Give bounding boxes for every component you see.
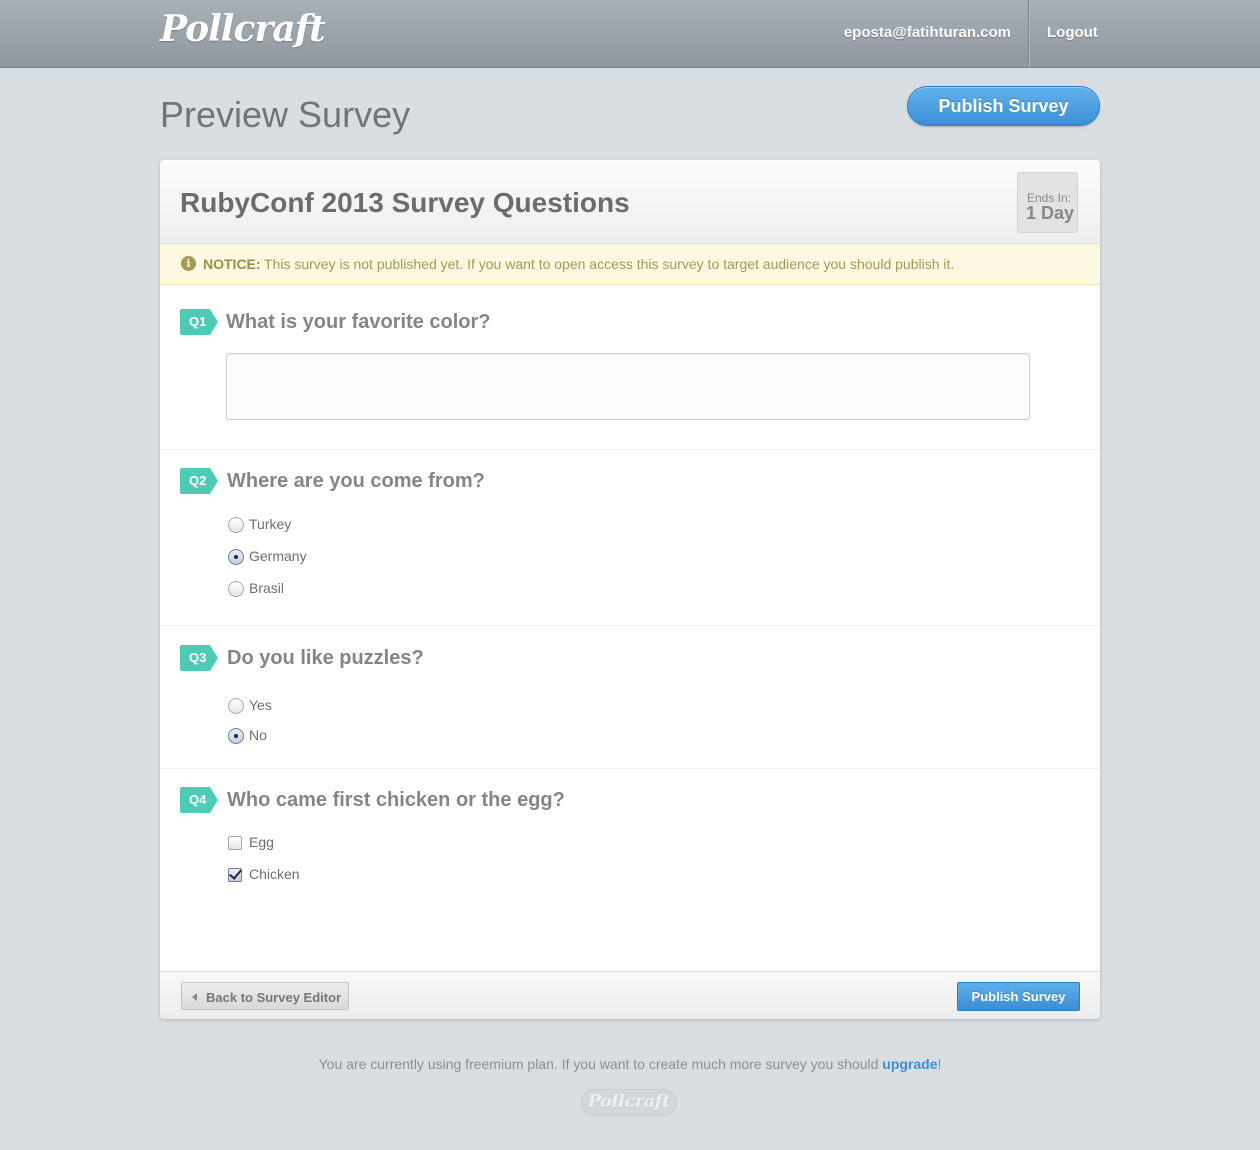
back-button-label: Back to Survey Editor — [206, 990, 342, 1005]
question-3: Q3 Do you like puzzles? Yes No — [160, 626, 1100, 769]
ends-in-value: 1 Day — [1026, 203, 1075, 223]
arrow-left-icon — [192, 993, 197, 1001]
survey-title: RubyConf 2013 Survey Questions — [180, 187, 630, 218]
ends-in-badge: Ends In: 1 Day — [1017, 172, 1078, 233]
question-text: Where are you come from? — [227, 470, 485, 492]
option-label: Chicken — [249, 866, 300, 882]
question-badge: Q1 — [180, 309, 218, 335]
radio-button[interactable] — [228, 581, 244, 597]
publish-survey-button-bottom[interactable]: Publish Survey — [957, 982, 1080, 1011]
upgrade-link[interactable]: upgrade — [882, 1056, 937, 1072]
top-bar: Pollcraft eposta@fatihturan.com Logout — [0, 0, 1260, 68]
radio-button-selected[interactable] — [228, 549, 244, 565]
question-badge: Q2 — [180, 468, 218, 494]
logout-link[interactable]: Logout — [1047, 24, 1098, 41]
answer-text-field[interactable] — [226, 353, 1030, 420]
question-2: Q2 Where are you come from? Turkey Germa… — [160, 450, 1100, 626]
page-title: Preview Survey — [160, 94, 411, 135]
footer-logo[interactable]: Pollcraft — [581, 1089, 677, 1116]
info-icon: i — [181, 256, 196, 271]
radio-button[interactable] — [228, 517, 244, 533]
plan-notice: You are currently using freemium plan. I… — [0, 1056, 1260, 1072]
question-4: Q4 Who came first chicken or the egg? Eg… — [160, 769, 1100, 969]
top-bar-divider — [1028, 0, 1029, 67]
option-label: Brasil — [249, 580, 285, 596]
notice-banner: i NOTICE: This survey is not published y… — [160, 244, 1100, 285]
checkbox-checked[interactable] — [228, 868, 242, 882]
plan-notice-end: ! — [937, 1056, 942, 1072]
question-text: Do you like puzzles? — [227, 647, 424, 669]
question-1: Q1 What is your favorite color? — [160, 285, 1100, 450]
survey-card: RubyConf 2013 Survey Questions Ends In: … — [160, 160, 1100, 1019]
plan-notice-text: You are currently using freemium plan. I… — [318, 1056, 883, 1072]
checkbox[interactable] — [228, 836, 242, 850]
option-label: Egg — [249, 834, 274, 850]
back-to-editor-button[interactable]: Back to Survey Editor — [181, 982, 349, 1010]
publish-survey-button[interactable]: Publish Survey — [907, 86, 1100, 126]
notice-text: This survey is not published yet. If you… — [264, 256, 955, 272]
question-badge: Q3 — [180, 645, 218, 671]
option-label: No — [249, 727, 267, 743]
option-label: Germany — [249, 548, 307, 564]
notice-label: NOTICE: — [203, 256, 261, 272]
question-text: What is your favorite color? — [226, 311, 491, 333]
option-label: Turkey — [249, 516, 292, 532]
radio-button-selected[interactable] — [228, 728, 244, 744]
survey-header: RubyConf 2013 Survey Questions Ends In: … — [160, 160, 1100, 244]
user-email-link[interactable]: eposta@fatihturan.com — [844, 24, 1011, 41]
question-badge: Q4 — [180, 787, 218, 813]
option-label: Yes — [249, 697, 272, 713]
question-text: Who came first chicken or the egg? — [227, 789, 565, 811]
brand-logo[interactable]: Pollcraft — [160, 8, 326, 50]
radio-button[interactable] — [228, 698, 244, 714]
card-footer: Back to Survey Editor Publish Survey — [160, 971, 1100, 1019]
